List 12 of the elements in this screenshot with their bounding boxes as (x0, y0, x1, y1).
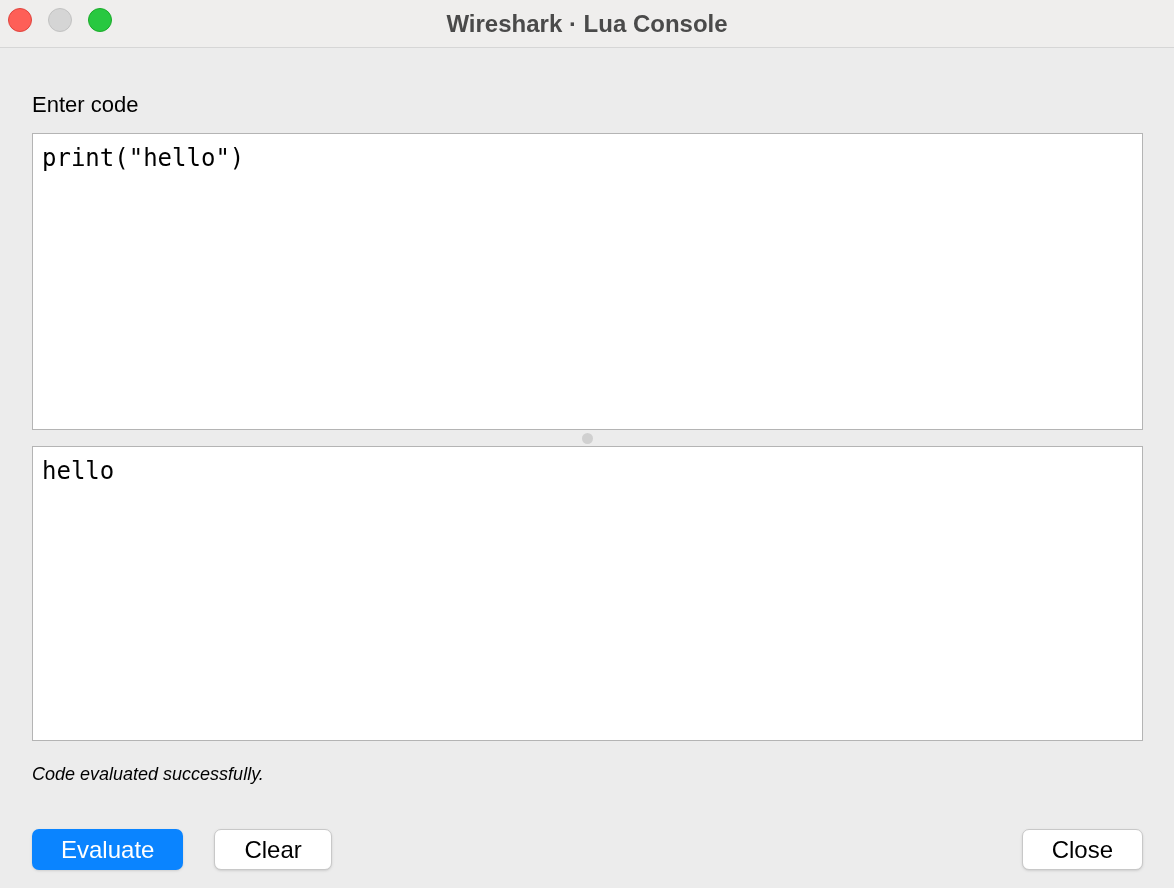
status-message: Code evaluated successfully. (32, 763, 264, 786)
field-label: Enter code (32, 91, 139, 119)
zoom-window-icon[interactable] (88, 8, 112, 32)
dialog-button[interactable]: Clear (214, 829, 332, 870)
splitter-handle[interactable] (582, 432, 593, 444)
close-window-icon[interactable] (8, 8, 32, 32)
minimize-window-icon[interactable] (48, 8, 72, 32)
dialog-button[interactable]: Close (1021, 829, 1143, 870)
window-title: Wireshark · Lua Console (446, 8, 728, 39)
code-editor[interactable]: print("hello") (32, 133, 1143, 430)
output-area: hello (32, 446, 1143, 741)
evaluate-button[interactable]: Evaluate (32, 829, 184, 870)
